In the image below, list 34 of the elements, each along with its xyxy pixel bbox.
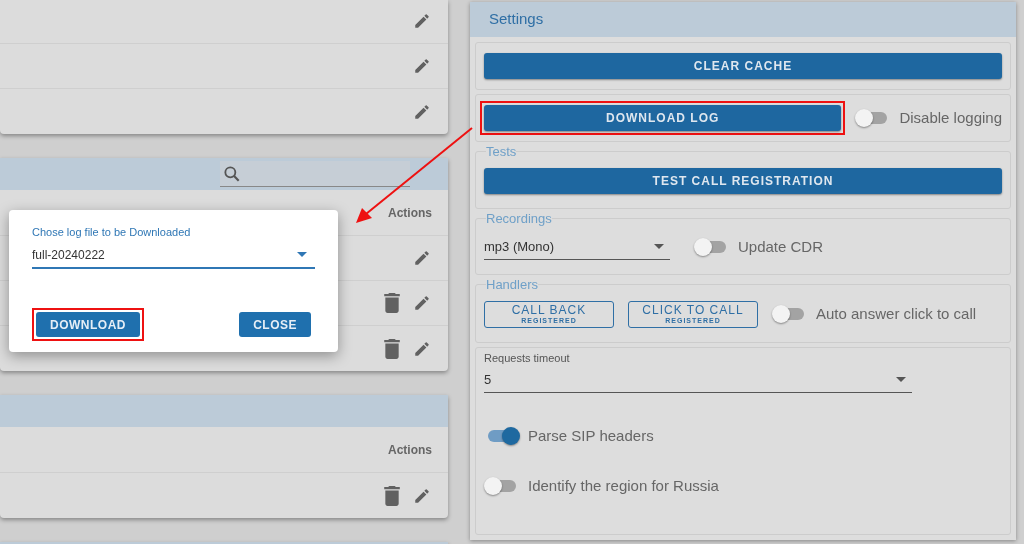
section-legend: Tests	[486, 142, 517, 162]
action-button[interactable]: TEST CALL REGISTRATION	[484, 167, 1002, 194]
caret-icon	[896, 377, 906, 383]
pencil-icon[interactable]	[413, 249, 431, 267]
column-header: Actions	[388, 204, 432, 222]
column-header: Actions	[388, 441, 432, 459]
pencil-icon[interactable]	[413, 12, 431, 30]
toggle-label: Update CDR	[738, 236, 824, 257]
toggle-label: Disable logging	[899, 107, 1002, 128]
log-file-select[interactable]: Chose log file to be Downloaded full-20240222	[32, 224, 315, 269]
dialog-button[interactable]: CLOSE	[239, 312, 311, 337]
timeout-select[interactable]: Requests timeout 5	[484, 349, 912, 393]
pencil-icon[interactable]	[413, 102, 431, 121]
dialog-button[interactable]: DOWNLOAD	[36, 312, 140, 337]
toggle-label: Identify the region for Russia	[528, 476, 719, 496]
action-button[interactable]: DOWNLOAD LOG	[484, 105, 842, 131]
trash-icon[interactable]	[383, 338, 401, 359]
toggle-label: Auto answer click to call	[816, 303, 977, 324]
search-field[interactable]	[220, 161, 410, 187]
pencil-icon[interactable]	[413, 339, 431, 358]
pencil-icon[interactable]	[413, 57, 431, 75]
section-legend: Recordings	[486, 208, 552, 228]
trash-icon[interactable]	[383, 485, 401, 506]
search-icon	[222, 163, 242, 184]
caret-icon	[297, 252, 307, 257]
panel-title: Settings	[489, 9, 544, 30]
toggle-label: Parse SIP headers	[528, 425, 654, 446]
section-legend: Handlers	[486, 275, 539, 295]
trash-icon[interactable]	[383, 293, 401, 313]
pencil-icon[interactable]	[413, 486, 431, 505]
pencil-icon[interactable]	[413, 294, 431, 312]
caret-icon	[654, 244, 664, 249]
format-select[interactable]: mp3 (Mono)	[484, 234, 670, 260]
action-button[interactable]: CLEAR CACHE	[484, 53, 1002, 79]
